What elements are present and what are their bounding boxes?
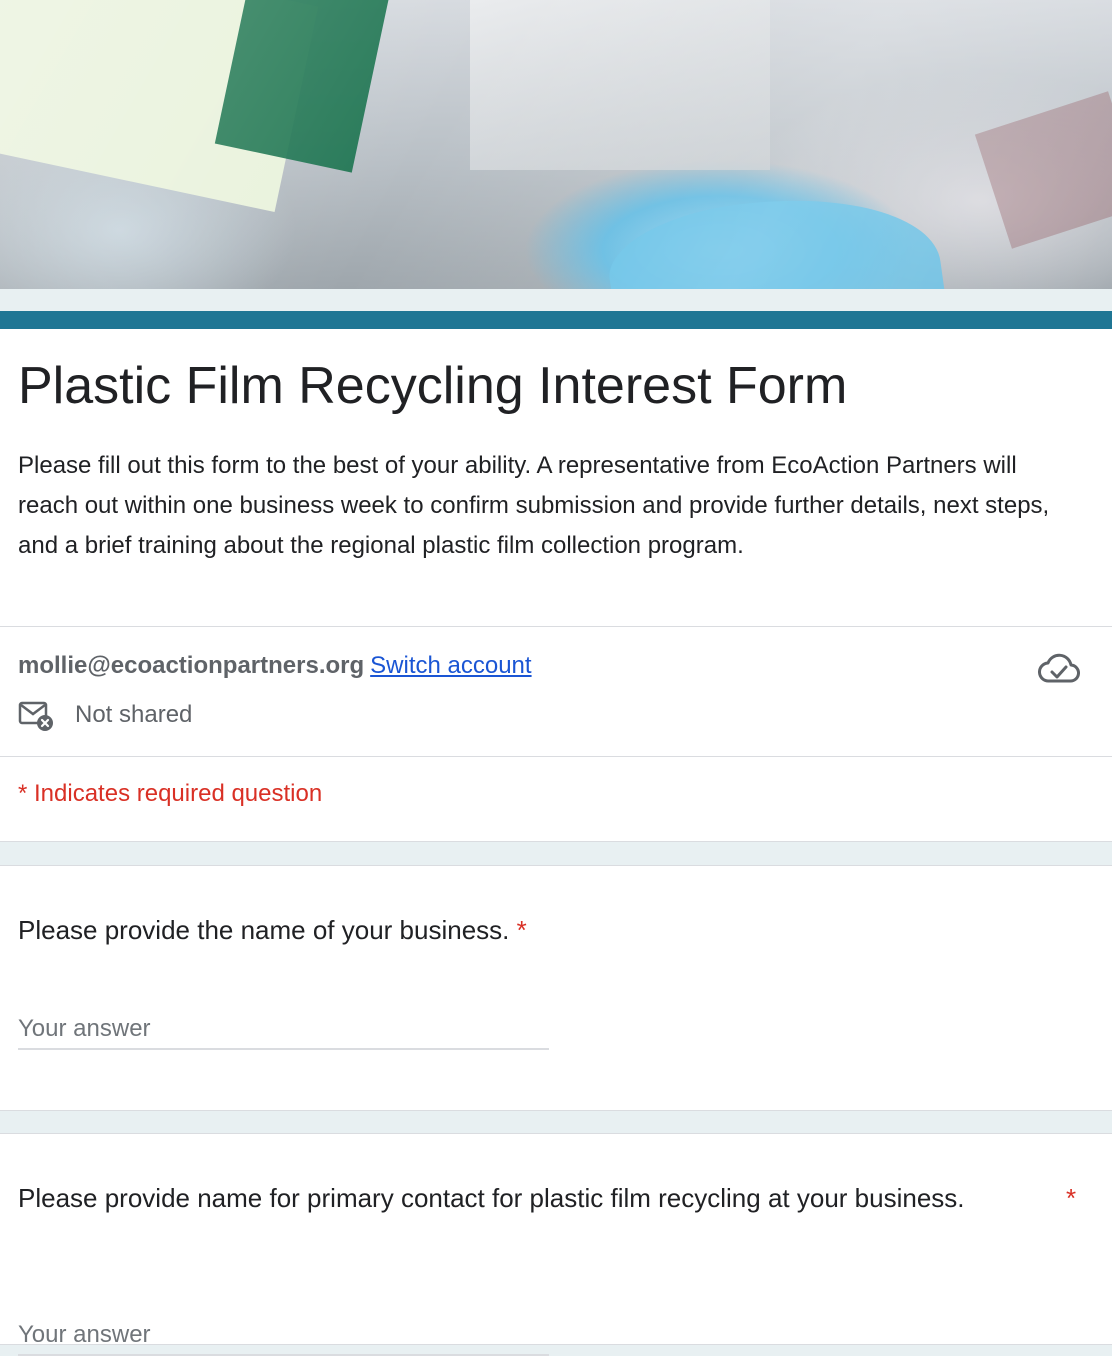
cloud-saved-icon[interactable]: [1038, 652, 1080, 686]
required-asterisk: *: [516, 915, 527, 945]
question-card: [0, 865, 1112, 1111]
divider: [0, 626, 1112, 627]
switch-account-link[interactable]: Switch account: [370, 652, 531, 679]
share-status: Not shared: [75, 701, 193, 728]
divider: [0, 756, 1112, 757]
account-row: mollie@ecoactionpartners.org Switch accou…: [18, 649, 532, 683]
required-asterisk: *: [1066, 1183, 1077, 1213]
business-name-input[interactable]: [18, 1010, 549, 1050]
question-title: Please provide name for primary contact …: [18, 1176, 998, 1220]
form-description: Please fill out this form to the best of…: [18, 452, 1050, 559]
question-card: [0, 1133, 1112, 1345]
required-note: * Indicates required question: [18, 780, 323, 807]
question-text: Please provide name for primary contact …: [18, 1183, 965, 1213]
mail-not-shared-icon: [18, 701, 53, 731]
form-title: Plastic Film Recycling Interest Form: [18, 357, 848, 415]
header-banner-image: [0, 0, 1112, 289]
account-email: mollie@ecoactionpartners.org: [18, 652, 365, 679]
primary-contact-input[interactable]: [18, 1316, 549, 1356]
question-text: Please provide the name of your business…: [18, 915, 510, 945]
question-title: Please provide the name of your business…: [18, 908, 527, 952]
accent-bar: [0, 311, 1112, 329]
